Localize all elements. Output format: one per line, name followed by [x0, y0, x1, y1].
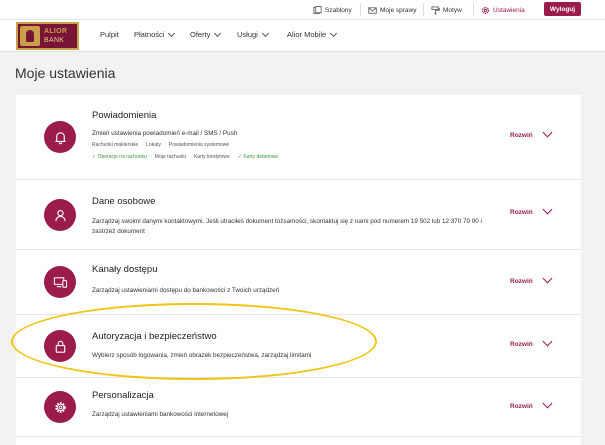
expand-button[interactable]: Rozwiń — [510, 341, 533, 348]
nav-item-pulpit[interactable]: Pulpit — [100, 30, 119, 39]
row-title: Powiadomienia — [92, 110, 157, 121]
settings-row-personalization[interactable]: Personalizacja Zarządzaj ustawieniami ba… — [16, 378, 581, 437]
notification-channel-tags: ✓ Operacje na rachunku Moje rachunki Kar… — [92, 154, 278, 160]
tag: Moje rachunki — [154, 154, 186, 160]
notification-tags: Rachunki maklerskie Lokaty Powiadomienia… — [92, 142, 229, 148]
alior-bank-logo[interactable]: ALIOR BANK — [16, 22, 79, 50]
row-title: Autoryzacja i bezpieczeństwo — [92, 331, 217, 342]
row-description: Zarządzaj ustawieniami bankowości intern… — [92, 411, 229, 418]
tag: Lokaty — [146, 142, 161, 148]
expand-button[interactable]: Rozwiń — [510, 403, 533, 410]
tag: Rachunki maklerskie — [92, 142, 139, 148]
chevron-down-icon — [330, 29, 338, 37]
chevron-down-icon[interactable] — [542, 336, 553, 347]
settings-link[interactable]: Ustawienia — [481, 3, 525, 17]
logo-emblem — [20, 26, 40, 46]
logout-button[interactable]: Wyloguj — [544, 2, 581, 16]
chevron-down-icon — [168, 29, 176, 37]
mail-icon — [368, 6, 377, 15]
settings-row-access-channels[interactable]: Kanały dostępu Zarządzaj ustawieniami do… — [16, 250, 581, 315]
user-icon — [44, 199, 76, 231]
chevron-down-icon[interactable] — [542, 398, 553, 409]
row-description: Zmień ustawienia powiadomień e-mail / SM… — [92, 130, 238, 137]
bell-icon — [44, 121, 76, 153]
settings-row-security[interactable]: Autoryzacja i bezpieczeństwo Wybierz spo… — [16, 315, 581, 378]
expand-button[interactable]: Rozwiń — [510, 132, 533, 139]
chevron-down-icon[interactable] — [542, 204, 553, 215]
row-title: Dane osobowe — [92, 196, 156, 207]
chevron-down-icon[interactable] — [542, 273, 553, 284]
main-navbar: ALIOR BANK Pulpit Płatności Oferty Usług… — [0, 20, 605, 52]
row-title: Kanały dostępu — [92, 264, 158, 275]
row-title: Personalizacja — [92, 390, 154, 401]
tag: Karty kredytowe — [193, 154, 230, 160]
row-description: Wybierz sposób logowania, zmień obrazek … — [92, 352, 312, 359]
page-title: Moje ustawienia — [15, 65, 116, 81]
paint-roller-icon — [431, 5, 440, 15]
nav-item-services[interactable]: Usługi — [237, 29, 269, 39]
expand-button[interactable]: Rozwiń — [510, 278, 533, 285]
templates-icon — [313, 5, 322, 15]
nav-item-alior-mobile[interactable]: Alior Mobile — [287, 29, 338, 39]
chevron-down-icon[interactable] — [542, 127, 553, 138]
nav-item-payments[interactable]: Płatności — [134, 29, 176, 39]
settings-row-notifications[interactable]: Powiadomienia Zmień ustawienia powiadomi… — [16, 95, 581, 180]
chevron-down-icon — [261, 29, 269, 37]
row-description: Zarządzaj ustawieniami dostępu do bankow… — [92, 287, 280, 294]
expand-button[interactable]: Rozwiń — [510, 209, 533, 216]
row-description: Zarządzaj swoimi danymi kontaktowymi. Je… — [92, 218, 482, 235]
chevron-down-icon — [214, 29, 222, 37]
nav-item-offers[interactable]: Oferty — [190, 29, 222, 39]
gear-icon — [481, 6, 490, 15]
tag-checked: ✓ Operacje na rachunku — [92, 154, 147, 160]
my-cases-link[interactable]: Moje sprawy — [368, 3, 416, 17]
templates-link[interactable]: Szablony — [313, 3, 352, 17]
settings-panel: Powiadomienia Zmień ustawienia powiadomi… — [16, 95, 581, 445]
tag: Powiadomienia systemowe — [168, 142, 230, 148]
tag-checked: ✓ Karty debetowe — [237, 154, 279, 160]
lock-icon — [44, 330, 76, 362]
devices-icon — [44, 266, 76, 298]
theme-link[interactable]: Motyw — [431, 3, 462, 17]
top-utility-bar: Szablony Moje sprawy Motyw Ustawienia Wy… — [0, 0, 605, 20]
gear-icon — [44, 391, 76, 423]
settings-row-personal-data[interactable]: Dane osobowe Zarządzaj swoimi danymi kon… — [16, 180, 581, 250]
